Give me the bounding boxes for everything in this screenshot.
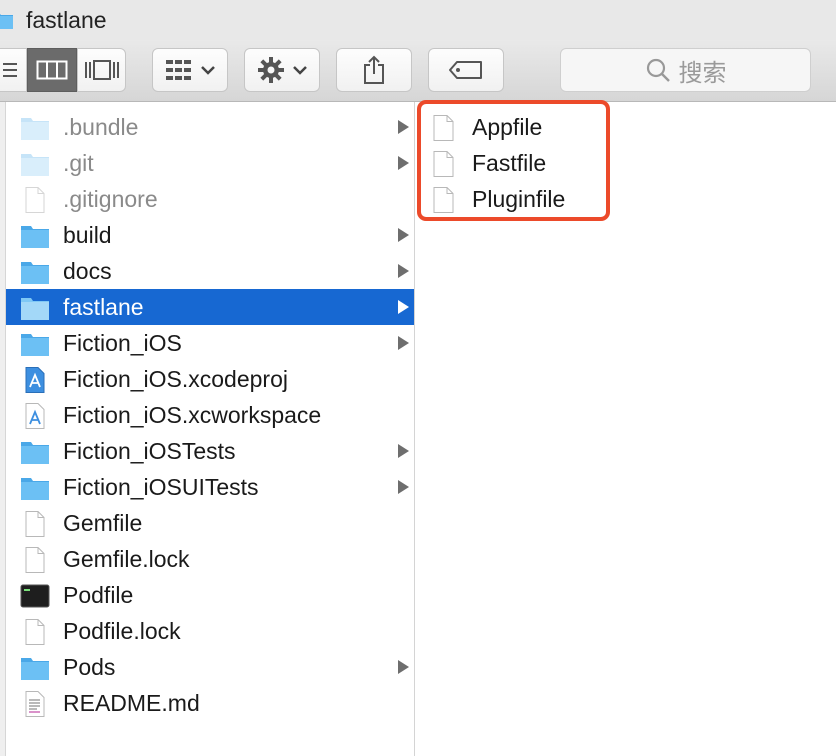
list-item[interactable]: Fiction_iOSTests	[6, 433, 415, 469]
text-document-icon	[25, 691, 45, 717]
toolbar: 搜索	[0, 40, 836, 102]
folder-icon	[21, 118, 49, 140]
list-item[interactable]: Fiction_iOS.xcworkspace	[6, 397, 415, 433]
list-item[interactable]: Gemfile	[6, 505, 415, 541]
cover-flow-icon	[84, 60, 119, 80]
disclosure-arrow-icon	[398, 156, 409, 170]
title-bar: fastlane	[0, 0, 836, 40]
list-item[interactable]: README.md	[6, 685, 415, 721]
disclosure-arrow-icon	[398, 120, 409, 134]
disclosure-arrow-icon	[398, 300, 409, 314]
share-button[interactable]	[336, 48, 412, 92]
document-icon	[25, 511, 45, 537]
document-icon	[25, 547, 45, 573]
grid-arrange-icon	[166, 60, 191, 80]
folder-icon	[21, 442, 49, 464]
cover-flow-view-button[interactable]	[77, 48, 126, 92]
folder-icon	[21, 154, 49, 176]
list-item[interactable]: .git	[6, 145, 415, 181]
share-icon	[364, 55, 384, 84]
tag-icon	[449, 61, 482, 79]
search-field[interactable]: 搜索	[560, 48, 811, 92]
list-item[interactable]: Gemfile.lock	[6, 541, 415, 577]
disclosure-arrow-icon	[398, 480, 409, 494]
disclosure-arrow-icon	[398, 228, 409, 242]
gear-icon	[258, 57, 284, 83]
document-icon	[25, 187, 45, 213]
highlight-annotation-box	[417, 100, 610, 221]
list-item[interactable]: docs	[6, 253, 415, 289]
disclosure-arrow-icon	[398, 264, 409, 278]
tags-button[interactable]	[428, 48, 504, 92]
window-title: fastlane	[26, 7, 107, 33]
terminal-icon	[20, 584, 50, 608]
search-placeholder: 搜索	[678, 59, 727, 87]
list-item[interactable]: Fiction_iOS.xcodeproj	[6, 361, 415, 397]
action-button[interactable]	[244, 48, 320, 92]
list-item[interactable]: build	[6, 217, 415, 253]
search-icon	[646, 58, 670, 82]
folder-icon	[21, 298, 49, 320]
column-view-icon	[36, 60, 68, 80]
disclosure-arrow-icon	[398, 444, 409, 458]
chevron-down-icon	[201, 66, 215, 75]
folder-icon	[21, 478, 49, 500]
column-view-button[interactable]	[27, 48, 77, 92]
list-item[interactable]: Pods	[6, 649, 415, 685]
list-item[interactable]: Podfile.lock	[6, 613, 415, 649]
list-view-button[interactable]	[0, 48, 27, 92]
folder-icon	[0, 14, 13, 29]
disclosure-arrow-icon	[398, 336, 409, 350]
list-item[interactable]: Fiction_iOS	[6, 325, 415, 361]
folder-icon	[21, 226, 49, 248]
column-1[interactable]: .bundle .git .gitignore build docs fastl…	[5, 102, 415, 756]
xcode-workspace-icon	[25, 403, 45, 429]
chevron-down-icon	[293, 66, 307, 75]
list-item-selected[interactable]: fastlane	[6, 289, 415, 325]
document-icon	[25, 619, 45, 645]
arrange-button[interactable]	[152, 48, 228, 92]
folder-icon	[21, 262, 49, 284]
list-item[interactable]: Fiction_iOSUITests	[6, 469, 415, 505]
list-item[interactable]: .bundle	[6, 109, 415, 145]
list-item[interactable]: .gitignore	[6, 181, 415, 217]
list-item[interactable]: Podfile	[6, 577, 415, 613]
view-mode-segmented-control	[0, 48, 136, 92]
folder-icon	[21, 658, 49, 680]
xcode-project-icon	[25, 367, 45, 393]
list-view-icon	[2, 63, 17, 77]
folder-icon	[21, 334, 49, 356]
disclosure-arrow-icon	[398, 660, 409, 674]
